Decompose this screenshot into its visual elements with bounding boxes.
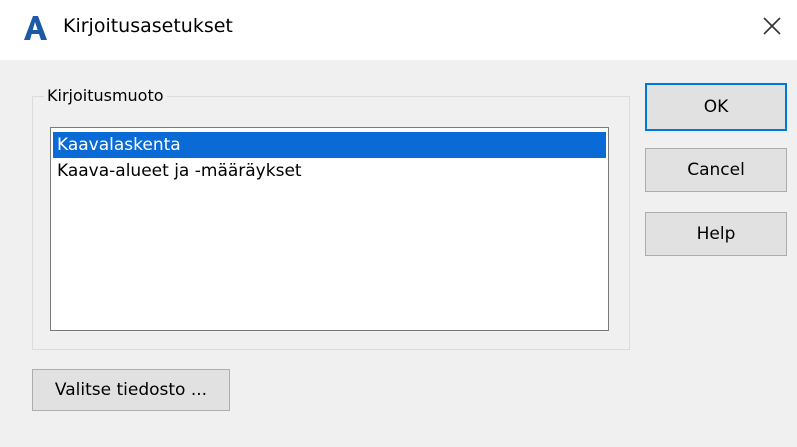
list-item[interactable]: Kaava-alueet ja -määräykset <box>53 158 606 184</box>
cancel-button[interactable]: Cancel <box>645 148 787 192</box>
window-title: Kirjoitusasetukset <box>63 15 233 37</box>
format-group-label: Kirjoitusmuoto <box>44 86 167 105</box>
select-file-button[interactable]: Valitse tiedosto ... <box>32 369 230 411</box>
ok-button[interactable]: OK <box>645 83 787 131</box>
autocad-a-icon <box>22 14 48 42</box>
close-icon <box>762 16 782 40</box>
close-button[interactable] <box>752 8 792 48</box>
list-item[interactable]: Kaavalaskenta <box>53 132 606 158</box>
help-button[interactable]: Help <box>645 212 787 256</box>
format-listbox[interactable]: Kaavalaskenta Kaava-alueet ja -määräykse… <box>50 127 609 331</box>
title-bar: Kirjoitusasetukset <box>0 0 797 60</box>
